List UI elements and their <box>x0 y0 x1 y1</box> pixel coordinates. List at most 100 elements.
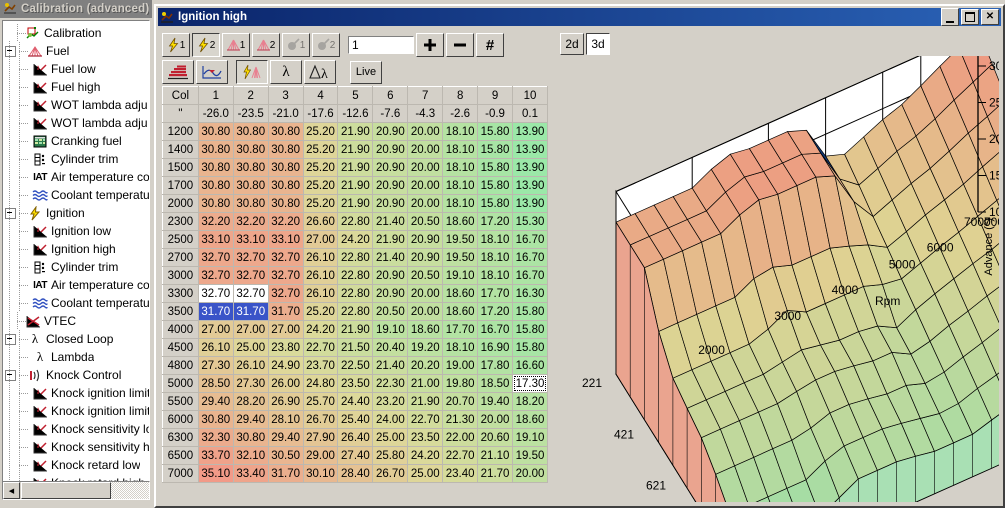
cell-3000-7[interactable]: 20.50 <box>407 266 444 285</box>
cell-2500-10[interactable]: 16.70 <box>512 230 548 249</box>
cell-5000-9[interactable]: 18.50 <box>477 374 513 393</box>
ignition-map-2-button[interactable]: 2 <box>192 33 220 57</box>
cell-1500-8[interactable]: 18.10 <box>442 158 479 177</box>
cell-2700-3[interactable]: 32.70 <box>268 248 304 267</box>
close-button[interactable]: ✕ <box>981 9 999 25</box>
cell-7000-4[interactable]: 30.10 <box>303 464 339 483</box>
cell-2700-5[interactable]: 22.80 <box>337 248 374 267</box>
cell-1700-6[interactable]: 20.90 <box>372 176 409 195</box>
column-header-1[interactable]: 1 <box>197 86 234 105</box>
scroll-left-arrow-icon[interactable]: ◀ <box>3 482 20 499</box>
hash-button[interactable]: # <box>476 33 504 57</box>
row-header-1400[interactable]: 1400 <box>162 140 199 159</box>
sidebar-item-cylinder-trim[interactable]: Cylinder trim <box>5 150 149 168</box>
row-header-4000[interactable]: 4000 <box>162 320 199 339</box>
cell-6000-1[interactable]: 30.80 <box>198 410 234 429</box>
table-row[interactable]: 1500 30.80 30.80 30.80 25.20 21.90 20.90 20.00 1… <box>162 158 548 177</box>
cell-6000-3[interactable]: 28.10 <box>268 410 304 429</box>
cell-4800-6[interactable]: 21.40 <box>372 356 409 375</box>
cell-5500-3[interactable]: 26.90 <box>268 392 304 411</box>
cell-6000-10[interactable]: 18.60 <box>512 410 548 429</box>
cell-4000-2[interactable]: 27.00 <box>233 320 269 339</box>
sidebar-item-fuel-low[interactable]: Fuel low <box>5 60 149 78</box>
cell-4000-6[interactable]: 19.10 <box>372 320 409 339</box>
delta-lambda-button[interactable]: λ <box>304 60 336 84</box>
tree-expander-icon[interactable] <box>5 45 16 57</box>
cell-6500-4[interactable]: 29.00 <box>303 446 339 465</box>
row-header-6300[interactable]: 6300 <box>162 428 199 447</box>
window-titlebar[interactable]: Ignition high ✕ <box>158 8 1001 26</box>
cell-3500-7[interactable]: 20.00 <box>407 302 444 321</box>
cell-3300-2[interactable]: 32.70 <box>233 284 269 303</box>
table-row[interactable]: 2000 30.80 30.80 30.80 25.20 21.90 20.90 20.00 1… <box>162 194 548 213</box>
sidebar-item-knock-ignition-limit[interactable]: Knock ignition limit <box>5 402 149 420</box>
cell-2700-1[interactable]: 32.70 <box>198 248 234 267</box>
cell-6500-1[interactable]: 33.70 <box>198 446 234 465</box>
cell-6300-8[interactable]: 22.00 <box>442 428 479 447</box>
lambda-button[interactable]: λ <box>270 60 302 84</box>
table-row[interactable]: 1400 30.80 30.80 30.80 25.20 21.90 20.90 20.00 1… <box>162 140 548 159</box>
cell-6000-4[interactable]: 26.70 <box>303 410 339 429</box>
cell-3000-4[interactable]: 26.10 <box>303 266 339 285</box>
cell-5500-6[interactable]: 23.20 <box>372 392 409 411</box>
view-2d-button[interactable]: 2d <box>560 33 584 55</box>
cell-1700-2[interactable]: 30.80 <box>233 176 269 195</box>
column-value-7[interactable]: -2.6 <box>442 104 479 123</box>
column-value-2[interactable]: -21.0 <box>267 104 304 123</box>
table-row[interactable]: 6000 30.80 29.40 28.10 26.70 25.40 24.00 22.70 2… <box>162 410 548 429</box>
cell-3500-8[interactable]: 18.60 <box>442 302 479 321</box>
sidebar-item-wot-lambda-adju[interactable]: WOT lambda adju <box>5 114 149 132</box>
sidebar-item-calibration[interactable]: Calibration <box>5 24 149 42</box>
column-header-7[interactable]: 7 <box>407 86 444 105</box>
cell-2700-8[interactable]: 19.50 <box>442 248 479 267</box>
cell-2300-2[interactable]: 32.20 <box>233 212 269 231</box>
cell-2700-10[interactable]: 16.70 <box>512 248 548 267</box>
sidebar-item-wot-lambda-adju[interactable]: WOT lambda adju <box>5 96 149 114</box>
cell-4500-3[interactable]: 23.80 <box>268 338 304 357</box>
table-row[interactable]: 6300 32.30 30.80 29.40 27.90 26.40 25.00 23.50 2… <box>162 428 548 447</box>
sidebar-item-cranking-fuel[interactable]: Cranking fuel <box>5 132 149 150</box>
surface-plot-3d[interactable]: 200030004000500060007000Rpm2214216218211… <box>556 23 1005 508</box>
cell-1700-1[interactable]: 30.80 <box>198 176 234 195</box>
column-header-2[interactable]: 2 <box>232 86 269 105</box>
row-header-6000[interactable]: 6000 <box>162 410 199 429</box>
cam-map-1-button[interactable]: 1 <box>282 33 310 57</box>
ignition-overlay-button[interactable] <box>236 60 268 84</box>
cell-2300-10[interactable]: 15.30 <box>512 212 548 231</box>
cell-4000-5[interactable]: 21.90 <box>337 320 374 339</box>
cell-3500-4[interactable]: 25.20 <box>303 302 339 321</box>
cell-2000-7[interactable]: 20.00 <box>407 194 444 213</box>
cell-5500-8[interactable]: 20.70 <box>442 392 479 411</box>
cell-2000-4[interactable]: 25.20 <box>303 194 339 213</box>
cell-1700-10[interactable]: 13.90 <box>512 176 548 195</box>
row-header-3000[interactable]: 3000 <box>162 266 199 285</box>
cell-7000-2[interactable]: 33.40 <box>233 464 269 483</box>
cell-7000-9[interactable]: 21.70 <box>477 464 513 483</box>
column-header-5[interactable]: 5 <box>337 86 374 105</box>
table-row[interactable]: 2500 33.10 33.10 33.10 27.00 24.20 21.90 20.90 1… <box>162 230 548 249</box>
cell-4800-9[interactable]: 17.80 <box>477 356 513 375</box>
cell-1500-5[interactable]: 21.90 <box>337 158 374 177</box>
table-row[interactable]: 2300 32.20 32.20 32.20 26.60 22.80 21.40 20.50 1… <box>162 212 548 231</box>
cell-6000-2[interactable]: 29.40 <box>233 410 269 429</box>
cell-2000-5[interactable]: 21.90 <box>337 194 374 213</box>
cell-4000-3[interactable]: 27.00 <box>268 320 304 339</box>
cell-6500-2[interactable]: 32.10 <box>233 446 269 465</box>
cell-4500-7[interactable]: 19.20 <box>407 338 444 357</box>
cell-2300-8[interactable]: 18.60 <box>442 212 479 231</box>
cell-6300-10[interactable]: 19.10 <box>512 428 548 447</box>
cell-4500-5[interactable]: 21.50 <box>337 338 374 357</box>
cell-2700-7[interactable]: 20.90 <box>407 248 444 267</box>
cell-1200-1[interactable]: 30.80 <box>198 122 234 141</box>
cell-1700-9[interactable]: 15.80 <box>477 176 513 195</box>
cell-4800-1[interactable]: 27.30 <box>198 356 234 375</box>
table-row[interactable]: 1700 30.80 30.80 30.80 25.20 21.90 20.90 20.00 1… <box>162 176 548 195</box>
table-row[interactable]: 3000 32.70 32.70 32.70 26.10 22.80 20.90 20.50 1… <box>162 266 548 285</box>
cell-6000-5[interactable]: 25.40 <box>337 410 374 429</box>
cell-3300-5[interactable]: 22.80 <box>337 284 374 303</box>
sidebar-item-air-temperature-co[interactable]: IAT Air temperature co <box>5 168 149 186</box>
cell-5000-10[interactable]: 17.30 <box>512 374 548 393</box>
table-row[interactable]: 6500 33.70 32.10 30.50 29.00 27.40 25.80 24.20 2… <box>162 446 548 465</box>
cell-3000-5[interactable]: 22.80 <box>337 266 374 285</box>
cell-2000-10[interactable]: 13.90 <box>512 194 548 213</box>
